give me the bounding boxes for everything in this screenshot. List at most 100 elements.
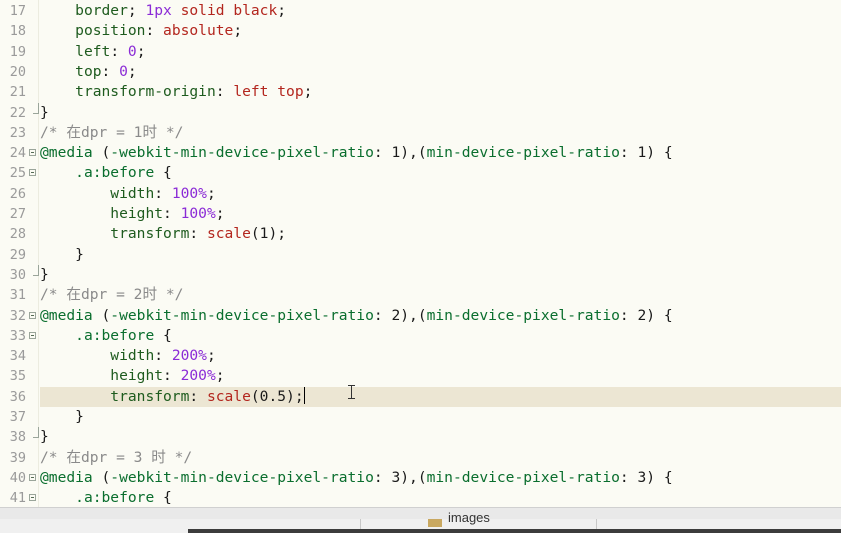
code-line[interactable]: 26 width: 100%; bbox=[0, 184, 841, 204]
code-line[interactable]: 22} bbox=[0, 102, 841, 123]
code-line[interactable]: 28 transform: scale(1); bbox=[0, 224, 841, 244]
code-line[interactable]: 19 left: 0; bbox=[0, 42, 841, 62]
code-line[interactable]: 18 position: absolute; bbox=[0, 21, 841, 41]
code-line[interactable]: 41 .a:before { bbox=[0, 488, 841, 507]
code-line[interactable]: 31 /* 在dpr = 2时 */ bbox=[0, 285, 841, 305]
code-token: ; bbox=[206, 347, 216, 365]
code-text: transform-origin: left top; bbox=[40, 82, 312, 102]
fold-toggle-icon[interactable] bbox=[29, 331, 36, 339]
line-number: 20 bbox=[9, 63, 26, 80]
code-line[interactable]: 23 /* 在dpr = 1时 */ bbox=[0, 123, 841, 143]
code-line[interactable]: 25 .a:before { bbox=[0, 163, 841, 183]
code-token: /* 在dpr = 1时 */ bbox=[40, 123, 184, 141]
code-token: ; bbox=[215, 205, 225, 222]
code-token: -webkit-min-device-pixel-ratio bbox=[110, 144, 374, 162]
code-line[interactable]: 34 width: 200%; bbox=[0, 346, 841, 366]
line-number: 27 bbox=[9, 206, 26, 222]
code-token: height bbox=[110, 367, 164, 385]
code-token: : 3) { bbox=[619, 468, 673, 486]
line-number: 37 bbox=[9, 409, 26, 425]
code-text: @media (-webkit-min-device-pixel-ratio: … bbox=[40, 143, 673, 163]
code-text: } bbox=[40, 407, 84, 427]
line-number: 18 bbox=[9, 23, 26, 40]
code-token: left top bbox=[233, 83, 304, 101]
code-token: 200% bbox=[180, 367, 216, 385]
code-token: ; bbox=[303, 83, 313, 101]
code-text: position: absolute; bbox=[40, 21, 242, 41]
code-token: 100% bbox=[180, 205, 216, 222]
code-text: width: 100%; bbox=[40, 184, 216, 204]
code-token: min-device-pixel-ratio bbox=[426, 144, 620, 162]
code-token: min-device-pixel-ratio bbox=[426, 468, 620, 486]
code-line[interactable]: 39 /* 在dpr = 3 时 */ bbox=[0, 448, 841, 468]
code-token: { bbox=[154, 489, 172, 507]
fold-toggle-icon[interactable] bbox=[29, 494, 36, 502]
code-token: ( bbox=[92, 306, 111, 324]
code-token: { bbox=[154, 164, 172, 182]
code-text: .a:before { bbox=[40, 326, 172, 346]
code-token: 0 bbox=[127, 42, 137, 60]
code-text: height: 100%; bbox=[40, 204, 225, 224]
fold-toggle-icon[interactable] bbox=[29, 311, 36, 319]
line-number: 26 bbox=[9, 185, 26, 202]
code-line[interactable]: 35 height: 200%; bbox=[0, 366, 841, 386]
code-token: min-device-pixel-ratio bbox=[426, 306, 620, 324]
code-text: @media (-webkit-min-device-pixel-ratio: … bbox=[40, 468, 673, 488]
code-token: : bbox=[163, 367, 181, 385]
line-number: 40 bbox=[9, 469, 26, 486]
line-number: 36 bbox=[9, 388, 26, 405]
code-token: .a:before bbox=[75, 326, 155, 344]
code-line[interactable]: 33 .a:before { bbox=[0, 326, 841, 346]
code-line[interactable]: 17 border; 1px solid black; bbox=[0, 1, 841, 21]
code-token: ; bbox=[206, 184, 216, 202]
code-token: /* 在dpr = 2时 */ bbox=[40, 286, 184, 304]
code-token: : bbox=[189, 387, 207, 405]
code-line[interactable]: 32 @media (-webkit-min-device-pixel-ratio… bbox=[0, 306, 841, 326]
code-token: ( bbox=[92, 468, 111, 486]
code-line[interactable]: 29 } bbox=[0, 245, 841, 265]
fold-toggle-icon[interactable] bbox=[29, 473, 36, 481]
code-line[interactable]: 37 } bbox=[0, 407, 841, 427]
code-token: scale bbox=[206, 387, 251, 405]
code-token: : 1),( bbox=[373, 144, 427, 162]
code-token: width bbox=[110, 184, 155, 202]
line-number: 29 bbox=[9, 246, 26, 263]
fold-end-icon bbox=[33, 102, 39, 114]
code-token: : bbox=[154, 184, 172, 202]
code-token: } bbox=[40, 428, 49, 446]
code-line[interactable]: 27 height: 100%; bbox=[0, 204, 841, 224]
code-token: (0.5); bbox=[250, 387, 304, 405]
code-line[interactable]: 36 transform: scale(0.5); bbox=[0, 386, 841, 407]
code-line[interactable]: 21 transform-origin: left top; bbox=[0, 82, 841, 102]
code-text: left: 0; bbox=[40, 42, 145, 62]
code-line[interactable]: 24 @media (-webkit-min-device-pixel-ratio… bbox=[0, 143, 841, 163]
code-token: left bbox=[75, 42, 111, 60]
code-token: position bbox=[75, 22, 146, 40]
code-line[interactable]: 38} bbox=[0, 427, 841, 447]
code-text: top: 0; bbox=[40, 62, 137, 82]
fold-toggle-icon[interactable] bbox=[29, 149, 36, 157]
fold-toggle-icon[interactable] bbox=[29, 169, 36, 177]
line-number: 41 bbox=[9, 490, 26, 507]
code-editor[interactable]: 17 border; 1px solid black; 18 position: … bbox=[0, 0, 841, 507]
code-token: ; bbox=[215, 367, 225, 385]
code-line[interactable]: 30} bbox=[0, 264, 841, 285]
code-token: : bbox=[154, 347, 172, 365]
code-line[interactable]: 20 top: 0; bbox=[0, 62, 841, 82]
line-number: 22 bbox=[9, 104, 26, 121]
tree-item-images[interactable]: images bbox=[448, 510, 490, 525]
code-token: : 2) { bbox=[619, 306, 673, 324]
line-number: 23 bbox=[9, 124, 26, 141]
code-line[interactable]: 40 @media (-webkit-min-device-pixel-ratio… bbox=[0, 468, 841, 488]
